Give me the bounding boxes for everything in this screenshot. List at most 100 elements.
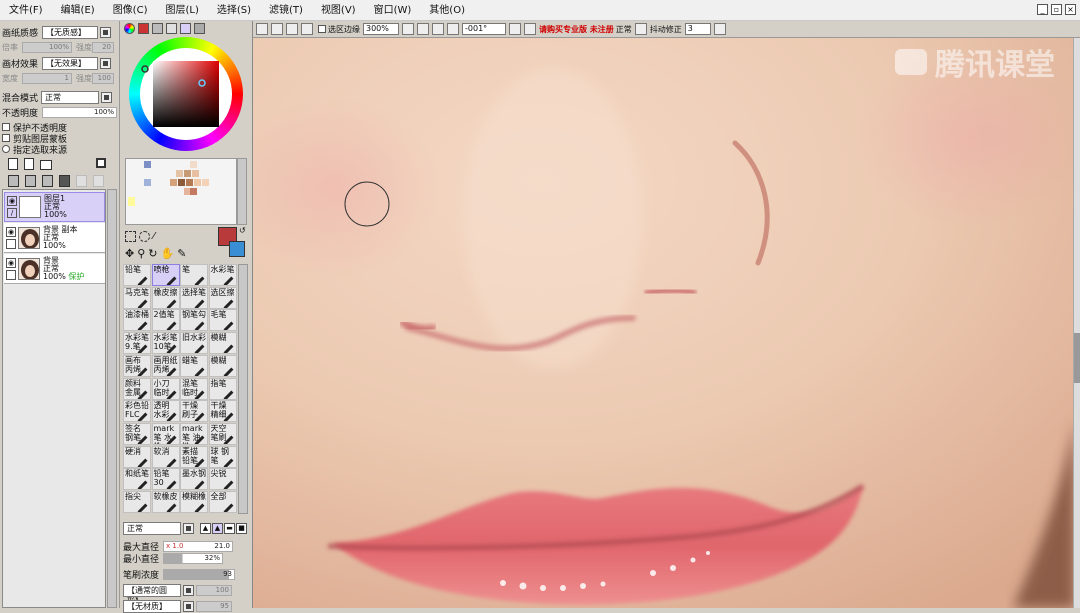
opt-source[interactable]: 指定选取来源 xyxy=(2,142,67,156)
brush-tool-button[interactable]: 软橡皮 xyxy=(151,491,180,513)
brush-tool-button[interactable]: 橡皮擦 xyxy=(151,286,180,309)
brush-mode-dropdown-icon[interactable] xyxy=(183,522,194,534)
restore-button[interactable]: ▫ xyxy=(1051,4,1062,15)
brush-tool-button[interactable]: 毛笔 xyxy=(208,309,237,332)
brush-mode-select[interactable]: 正常 xyxy=(123,521,181,535)
minimize-button[interactable]: _ xyxy=(1037,4,1048,15)
brush-tool-button[interactable]: 铅笔30 xyxy=(151,468,180,491)
eye-icon[interactable]: ◉ xyxy=(7,196,17,206)
swatch-grid[interactable] xyxy=(126,159,238,226)
blend-dropdown-icon[interactable] xyxy=(101,91,113,103)
effect-select[interactable]: 【无效果】 xyxy=(42,56,99,70)
new-linework-layer-icon[interactable] xyxy=(24,158,34,170)
edge-soft-icon[interactable]: ▬ xyxy=(224,522,235,534)
brush-tool-button[interactable]: 选择笔 xyxy=(180,286,208,309)
brush-tool-button[interactable]: 小刀 临时 xyxy=(151,377,180,400)
undo-icon[interactable] xyxy=(256,23,268,35)
canvas-scroll-thumb[interactable] xyxy=(1074,333,1080,383)
layer-lock-box[interactable] xyxy=(6,238,16,249)
brush-tool-button[interactable]: 模糊 xyxy=(208,354,237,377)
brush-tool-button[interactable]: 颜料 金属 xyxy=(123,377,151,400)
brush-tool-button[interactable]: 球 钢笔 xyxy=(208,445,237,468)
layer-properties-icon[interactable] xyxy=(93,175,104,187)
canvas-scrollbar[interactable] xyxy=(1073,38,1080,608)
color-wheel[interactable] xyxy=(129,37,243,151)
effect-strength-slider[interactable]: 100 xyxy=(92,72,114,84)
zoom-icon[interactable]: ⚲ xyxy=(137,247,145,260)
brush-tool-button[interactable]: 素描 铅笔 xyxy=(180,445,208,468)
eye-icon[interactable]: ◉ xyxy=(6,257,16,268)
layer-scrollbar[interactable] xyxy=(107,189,117,608)
rotate-icon[interactable]: ↻ xyxy=(148,247,157,260)
rotate-right-icon[interactable] xyxy=(524,23,536,35)
effect-dropdown-icon[interactable] xyxy=(100,57,112,69)
brush-tool-button[interactable]: 天空 笔刷 xyxy=(208,422,237,445)
effect-width-slider[interactable]: 1 xyxy=(22,72,72,84)
swatch-scrollbar[interactable] xyxy=(237,158,247,225)
brush-tool-button[interactable]: 干燥 刷子 xyxy=(180,400,208,423)
close-button[interactable]: × xyxy=(1065,4,1076,15)
edge-hard-icon[interactable]: ▲ xyxy=(200,522,211,534)
brush-tool-button[interactable]: 软消 xyxy=(151,445,180,468)
swatch-tab-icon[interactable] xyxy=(180,23,191,34)
brush-tool-button[interactable]: 选区擦 xyxy=(208,286,237,309)
brush-texture-select[interactable]: 【无材质】 xyxy=(123,599,181,613)
zoom-in-icon[interactable] xyxy=(432,23,444,35)
brush-tool-button[interactable]: 钢笔勾 xyxy=(180,309,208,332)
layer-mask-icon[interactable] xyxy=(96,158,106,168)
lasso-select-icon[interactable] xyxy=(139,231,150,242)
eyedropper-icon[interactable]: ✎ xyxy=(177,247,186,260)
menu-edit[interactable]: 编辑(E) xyxy=(52,0,104,21)
menu-image[interactable]: 图像(C) xyxy=(104,0,157,21)
rotate-left-icon[interactable] xyxy=(509,23,521,35)
brush-tool-button[interactable]: 混笔 临时 xyxy=(180,377,208,400)
brush-tool-button[interactable]: 旧水彩 xyxy=(180,332,208,355)
brush-tool-button[interactable]: 指笔 xyxy=(208,377,237,400)
protect-opacity-checkbox[interactable] xyxy=(2,123,10,131)
brush-tool-button[interactable]: mark笔 水性 xyxy=(151,422,180,445)
brush-tool-button[interactable]: 笔 xyxy=(180,264,208,286)
swap-color-icon[interactable]: ↺ xyxy=(239,226,246,235)
new-layer-icon[interactable] xyxy=(8,158,18,170)
menu-select[interactable]: 选择(S) xyxy=(208,0,260,21)
menu-other[interactable]: 其他(O) xyxy=(420,0,474,21)
hsv-slider-tab-icon[interactable] xyxy=(152,23,163,34)
brush-shape-dropdown-icon[interactable] xyxy=(183,584,194,596)
brush-tool-button[interactable]: 铅笔 xyxy=(123,264,151,286)
brush-tool-button[interactable]: 和纸笔 xyxy=(123,468,151,491)
opacity-slider[interactable]: 100% xyxy=(42,106,117,118)
brush-tool-button[interactable]: 油漆桶 xyxy=(123,309,151,332)
brush-tool-button[interactable]: 尖锐 xyxy=(208,468,237,491)
brush-tool-button[interactable]: 2值笔 xyxy=(151,309,180,332)
edge-medium-icon[interactable]: ▲ xyxy=(212,522,223,534)
edge-flat-icon[interactable]: ■ xyxy=(236,522,247,534)
redo-icon[interactable] xyxy=(271,23,283,35)
merge-down-icon[interactable] xyxy=(25,175,36,187)
stabilizer-select[interactable]: 3 xyxy=(684,23,711,35)
brush-tool-button[interactable]: 画布 丙烯 xyxy=(123,354,151,377)
secondary-color-swatch[interactable] xyxy=(229,241,245,257)
zoom-reset-icon[interactable] xyxy=(447,23,459,35)
brush-tool-button[interactable]: 水彩笔 9.笔 xyxy=(123,332,151,355)
paper-scale-slider[interactable]: 100% xyxy=(22,41,72,53)
menu-filter[interactable]: 滤镜(T) xyxy=(260,0,312,21)
delete-layer-icon[interactable] xyxy=(59,175,70,187)
zoom-select[interactable]: 300% xyxy=(363,23,399,35)
menu-file[interactable]: 文件(F) xyxy=(0,0,52,21)
brush-tool-button[interactable]: 指尖 xyxy=(123,491,151,513)
max-size-slider[interactable]: x 1.0 21.0 xyxy=(163,540,234,552)
brush-lock-icon[interactable]: / xyxy=(7,208,17,218)
brush-tool-button[interactable]: 干燥 精细 xyxy=(208,400,237,423)
layer-item[interactable]: ◉ / 图层1 正常 100% xyxy=(4,192,105,222)
mix-tab-icon[interactable] xyxy=(166,23,177,34)
angle-select[interactable]: -001° xyxy=(462,23,506,35)
blend-select[interactable]: 正常 xyxy=(41,90,100,104)
menu-window[interactable]: 窗口(W) xyxy=(365,0,421,21)
rgb-slider-tab-icon[interactable] xyxy=(138,23,149,34)
brush-texture-dropdown-icon[interactable] xyxy=(183,600,194,612)
invert-select-icon[interactable] xyxy=(301,23,313,35)
tool-scrollbar[interactable] xyxy=(238,264,248,514)
menu-view[interactable]: 视图(V) xyxy=(312,0,365,21)
brush-shape-select[interactable]: 【通常的圆形】 xyxy=(123,583,181,606)
min-size-slider[interactable]: 32% xyxy=(163,552,224,564)
